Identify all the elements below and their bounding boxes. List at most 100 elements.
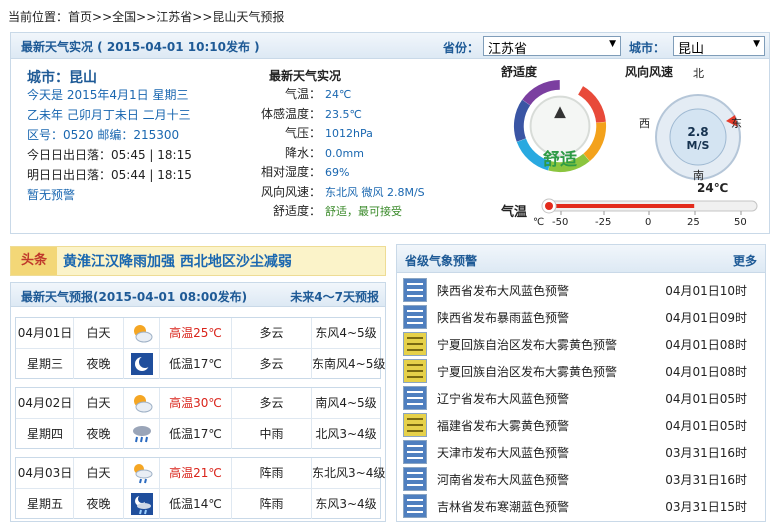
forecast-more-link[interactable]: 未来4～7天预报 [290,288,379,305]
fog-warning-icon [403,359,427,383]
temp-label: 气温 [501,205,528,220]
observation-title: 最新天气实况 [269,69,342,83]
sun-rain-icon [134,464,153,484]
forecast-weather: 中雨 [232,419,312,449]
obs-value: 69% [325,166,350,179]
forecast-temp: 高温25℃ [160,318,232,348]
wind-warning-icon [403,440,427,464]
area-codes: 区号：0520 邮编：215300 [27,128,180,142]
temp-current: 24℃ [697,181,729,195]
live-weather-panel: 最新天气实况 ( 2015-04-01 10:10发布 ) 省份： 江苏省 ▼ … [10,32,770,234]
headline-tag: 头条 [11,247,57,275]
city-label: 城市： [629,41,666,55]
temp-tick: 0 [645,217,652,228]
city-select-value: 昆山 [678,42,705,57]
forecast-week: 星期四 [26,427,63,441]
wind-warning-icon [403,278,427,302]
forecast-date: 04月03日 [17,466,73,480]
alerts-header: 省级气象预警 更多 [397,245,765,273]
sunrise-tomorrow: 明日日出日落：05:44 | 18:15 [27,168,192,182]
comfort-value: 舒适 [543,150,577,170]
sunrise-today: 今日日出日落：05:45 | 18:15 [27,148,192,162]
alert-item[interactable]: 吉林省发布寒潮蓝色预警 03月31日15时 [403,493,763,519]
obs-key: 舒适度： [272,204,321,218]
obs-key: 风向风速： [260,184,321,199]
forecast-wind: 东南风4~5级 [312,357,386,371]
obs-value: 1012hPa [325,127,373,140]
wind-speed-value: 2.8 [687,125,709,139]
temp-tick: 25 [687,217,700,228]
breadcrumb-separator: >> [136,10,157,24]
compass-north: 北 [693,67,704,80]
alert-item[interactable]: 福建省发布大雾黄色预警 04月01日05时 [403,412,763,438]
alert-text: 陕西省发布暴雨蓝色预警 [437,311,570,325]
forecast-date: 04月01日 [17,326,73,340]
alert-date: 04月01日08时 [665,338,747,352]
forecast-day: 04月01日 星期三 白天 夜晚 高温25℃ 低温17℃ 多云 多云 东风4~5… [15,317,386,379]
forecast-wind: 东风3~4级 [315,497,377,511]
fog-warning-icon [403,332,427,356]
forecast-weather: 阵雨 [232,458,312,488]
alert-text: 天津市发布大风蓝色预警 [437,446,570,460]
obs-key: 相对湿度： [260,165,321,179]
forecast-week: 星期五 [26,497,63,511]
rain-cloud-icon [133,426,151,443]
forecast-title: 最新天气预报(2015-04-01 08:00发布) [21,290,248,304]
alert-date: 04月01日10时 [665,284,747,298]
moon-rain-icon [131,493,153,515]
breadcrumb-prefix: 当前位置： [8,10,69,24]
fog-warning-icon [403,413,427,437]
city-select[interactable]: 昆山 ▼ [673,36,765,57]
forecast-period: 白天 [74,458,124,488]
forecast-date: 04月02日 [17,396,73,410]
forecast-period: 白天 [74,388,124,418]
forecast-temp: 低温14℃ [160,489,232,519]
forecast-weather: 多云 [232,388,312,418]
alert-item[interactable]: 河南省发布大风蓝色预警 03月31日16时 [403,466,763,492]
obs-value: 东北风 微风 2.8M/S [325,185,425,199]
temp-tick: -25 [595,217,612,228]
province-select[interactable]: 江苏省 ▼ [483,36,621,57]
wind-warning-icon [403,467,427,491]
live-weather-header: 最新天气实况 ( 2015-04-01 10:10发布 ) 省份： 江苏省 ▼ … [11,33,769,59]
breadcrumb-home[interactable]: 首页 [68,8,92,25]
obs-value: 0.0mm [325,146,364,160]
forecast-wind: 北风3~4级 [315,427,377,441]
obs-key: 体感温度： [260,106,321,121]
obs-value: 24℃ [325,88,352,101]
obs-row: 相对湿度： 69% [259,163,499,183]
today-date: 今天是 2015年4月1日 星期三 [27,88,189,102]
alert-item[interactable]: 宁夏回族自治区发布大雾黄色预警 04月01日08时 [403,331,763,357]
forecast-temp: 低温17℃ [160,349,232,379]
alert-item[interactable]: 天津市发布大风蓝色预警 03月31日16时 [403,439,763,465]
breadcrumb-province[interactable]: 江苏省 [156,8,192,25]
forecast-week: 星期三 [26,357,63,371]
forecast-header: 最新天气预报(2015-04-01 08:00发布) 未来4～7天预报 [11,283,385,307]
alert-date: 03月31日16时 [665,473,747,487]
breadcrumb-national[interactable]: 全国 [112,8,136,25]
forecast-wind: 东北风3~4级 [312,466,386,480]
alert-item[interactable]: 陕西省发布大风蓝色预警 04月01日10时 [403,277,763,303]
temp-unit: ℃ [533,217,545,228]
obs-value: 23.5℃ [325,107,362,121]
obs-value: 舒适，最可接受 [325,205,402,218]
alerts-more-link[interactable]: 更多 [733,252,757,269]
obs-row: 气温： 24℃ [259,85,499,105]
forecast-day: 04月03日 星期五 白天 夜晚 高温21℃ 低温14℃ 阵雨 阵雨 东北风3~… [15,457,386,519]
alert-item[interactable]: 辽宁省发布大风蓝色预警 04月01日05时 [403,385,763,411]
wind-warning-icon [403,305,427,329]
alert-text: 宁夏回族自治区发布大雾黄色预警 [437,365,618,379]
alert-item[interactable]: 陕西省发布暴雨蓝色预警 04月01日09时 [403,304,763,330]
breadcrumb-separator: >> [92,10,113,24]
obs-row: 体感温度： 23.5℃ [259,105,499,125]
wind-warning-icon [403,494,427,518]
headline-link[interactable]: 黄淮江汉降雨加强 西北地区沙尘减弱 [63,251,292,271]
wind-warning-icon [403,386,427,410]
warning-status[interactable]: 暂无预警 [27,185,192,205]
alert-item[interactable]: 宁夏回族自治区发布大雾黄色预警 04月01日08时 [403,358,763,384]
forecast-period: 夜晚 [74,349,124,379]
city-heading: 城市：昆山 [27,70,97,86]
chevron-down-icon: ▼ [609,39,616,49]
breadcrumb-separator: >> [192,10,213,24]
alert-date: 04月01日05时 [665,392,747,406]
